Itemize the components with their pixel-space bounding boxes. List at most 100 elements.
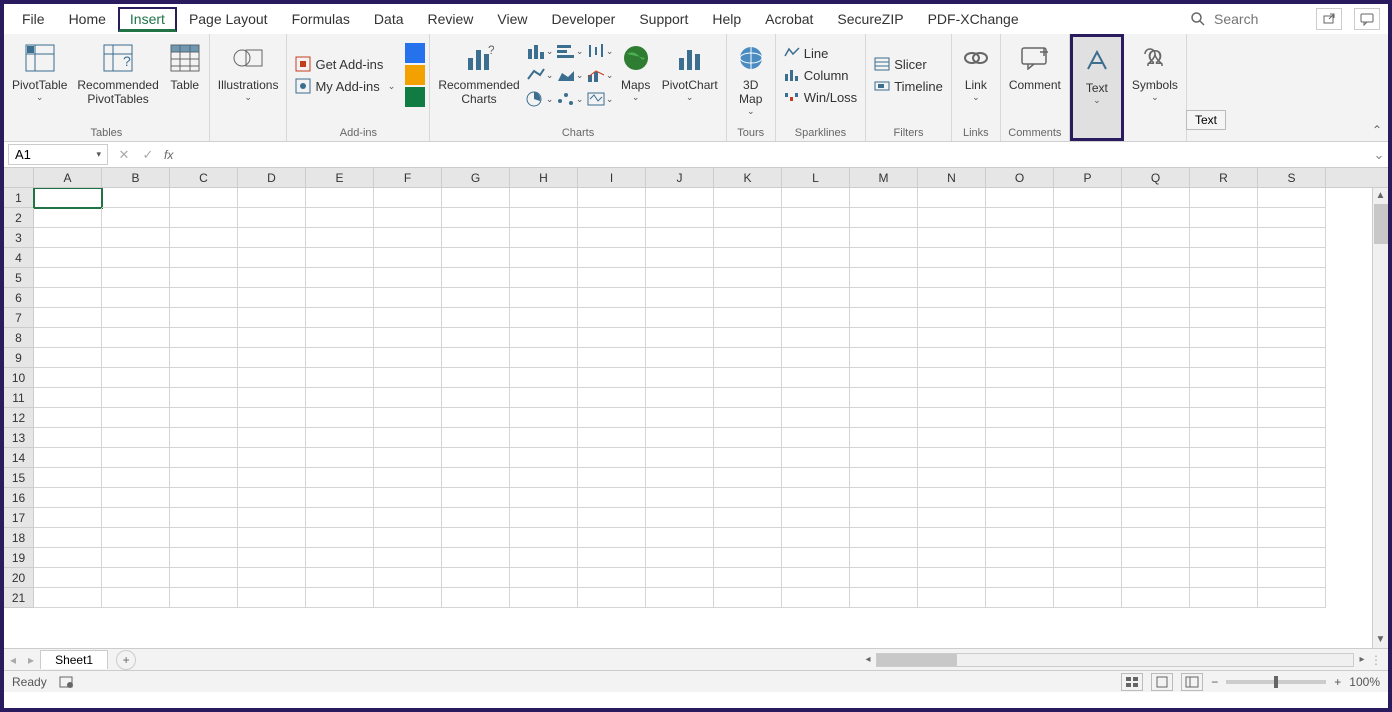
cell[interactable] bbox=[1258, 528, 1326, 548]
cell[interactable] bbox=[782, 208, 850, 228]
cell[interactable] bbox=[1190, 208, 1258, 228]
name-box[interactable]: A1▾ bbox=[8, 144, 108, 165]
cell[interactable] bbox=[170, 328, 238, 348]
cell[interactable] bbox=[578, 308, 646, 328]
column-header[interactable]: F bbox=[374, 168, 442, 187]
cell[interactable] bbox=[510, 388, 578, 408]
cell[interactable] bbox=[1122, 288, 1190, 308]
cell[interactable] bbox=[918, 228, 986, 248]
cell[interactable] bbox=[918, 388, 986, 408]
cell[interactable] bbox=[102, 428, 170, 448]
cell[interactable] bbox=[510, 588, 578, 608]
tab-support[interactable]: Support bbox=[627, 7, 700, 31]
cell[interactable] bbox=[238, 308, 306, 328]
cell[interactable] bbox=[442, 528, 510, 548]
cell[interactable] bbox=[510, 528, 578, 548]
cell[interactable] bbox=[646, 568, 714, 588]
cell[interactable] bbox=[170, 468, 238, 488]
cell[interactable] bbox=[646, 488, 714, 508]
row-header[interactable]: 1 bbox=[4, 188, 34, 208]
cell[interactable] bbox=[510, 408, 578, 428]
cell[interactable] bbox=[306, 588, 374, 608]
cell[interactable] bbox=[170, 508, 238, 528]
cell[interactable] bbox=[442, 428, 510, 448]
share-button[interactable] bbox=[1316, 8, 1342, 30]
cell[interactable] bbox=[1190, 228, 1258, 248]
cell[interactable] bbox=[578, 268, 646, 288]
cell[interactable] bbox=[1258, 468, 1326, 488]
people-graph-addin-icon[interactable] bbox=[405, 65, 425, 85]
cell[interactable] bbox=[238, 408, 306, 428]
cell[interactable] bbox=[238, 328, 306, 348]
column-header[interactable]: K bbox=[714, 168, 782, 187]
cell[interactable] bbox=[374, 348, 442, 368]
cell[interactable] bbox=[34, 448, 102, 468]
cell[interactable] bbox=[170, 188, 238, 208]
row-header[interactable]: 16 bbox=[4, 488, 34, 508]
cell[interactable] bbox=[238, 448, 306, 468]
cell[interactable] bbox=[714, 328, 782, 348]
cell[interactable] bbox=[442, 488, 510, 508]
cell[interactable] bbox=[510, 488, 578, 508]
tab-insert[interactable]: Insert bbox=[118, 7, 177, 32]
scroll-right-icon[interactable]: ▸ bbox=[1354, 654, 1370, 665]
cell[interactable] bbox=[374, 568, 442, 588]
cell[interactable] bbox=[1190, 368, 1258, 388]
page-break-view-button[interactable] bbox=[1181, 673, 1203, 691]
cell[interactable] bbox=[986, 568, 1054, 588]
cell[interactable] bbox=[986, 228, 1054, 248]
cell[interactable] bbox=[578, 548, 646, 568]
link-button[interactable]: Link ⌄ bbox=[956, 36, 996, 105]
comments-pane-button[interactable] bbox=[1354, 8, 1380, 30]
cell[interactable] bbox=[238, 188, 306, 208]
cell[interactable] bbox=[34, 468, 102, 488]
column-header[interactable]: D bbox=[238, 168, 306, 187]
collapse-ribbon-button[interactable]: ⌃ bbox=[1372, 123, 1382, 137]
cell[interactable] bbox=[986, 288, 1054, 308]
cell[interactable] bbox=[1054, 308, 1122, 328]
cell[interactable] bbox=[102, 228, 170, 248]
cell[interactable] bbox=[306, 248, 374, 268]
cell[interactable] bbox=[34, 188, 102, 208]
cell[interactable] bbox=[1122, 348, 1190, 368]
cell[interactable] bbox=[1258, 288, 1326, 308]
cell[interactable] bbox=[578, 248, 646, 268]
cell[interactable] bbox=[374, 388, 442, 408]
cell[interactable] bbox=[782, 428, 850, 448]
cell[interactable] bbox=[170, 268, 238, 288]
cell[interactable] bbox=[578, 428, 646, 448]
cell[interactable] bbox=[986, 248, 1054, 268]
column-header[interactable]: L bbox=[782, 168, 850, 187]
cell[interactable] bbox=[918, 448, 986, 468]
row-header[interactable]: 2 bbox=[4, 208, 34, 228]
cell[interactable] bbox=[986, 328, 1054, 348]
cell[interactable] bbox=[782, 508, 850, 528]
cell[interactable] bbox=[238, 548, 306, 568]
cell[interactable] bbox=[102, 288, 170, 308]
cell[interactable] bbox=[646, 188, 714, 208]
cell[interactable] bbox=[306, 448, 374, 468]
cell[interactable] bbox=[1258, 508, 1326, 528]
cell[interactable] bbox=[102, 408, 170, 428]
cell[interactable] bbox=[1122, 388, 1190, 408]
map-chart-button[interactable]: ⌄ bbox=[586, 88, 614, 110]
cell[interactable] bbox=[1190, 288, 1258, 308]
cell[interactable] bbox=[646, 328, 714, 348]
symbols-button[interactable]: Ω Symbols ⌄ bbox=[1128, 36, 1182, 105]
cell[interactable] bbox=[578, 468, 646, 488]
cell[interactable] bbox=[34, 548, 102, 568]
cell[interactable] bbox=[850, 428, 918, 448]
cell[interactable] bbox=[1190, 508, 1258, 528]
cell[interactable] bbox=[510, 448, 578, 468]
cell[interactable] bbox=[306, 468, 374, 488]
cell[interactable] bbox=[986, 548, 1054, 568]
cell[interactable] bbox=[442, 328, 510, 348]
cell[interactable] bbox=[986, 348, 1054, 368]
cell[interactable] bbox=[374, 228, 442, 248]
cell[interactable] bbox=[238, 268, 306, 288]
cell[interactable] bbox=[1054, 428, 1122, 448]
cell[interactable] bbox=[510, 348, 578, 368]
cell[interactable] bbox=[1122, 208, 1190, 228]
cell[interactable] bbox=[510, 548, 578, 568]
cell[interactable] bbox=[1190, 308, 1258, 328]
